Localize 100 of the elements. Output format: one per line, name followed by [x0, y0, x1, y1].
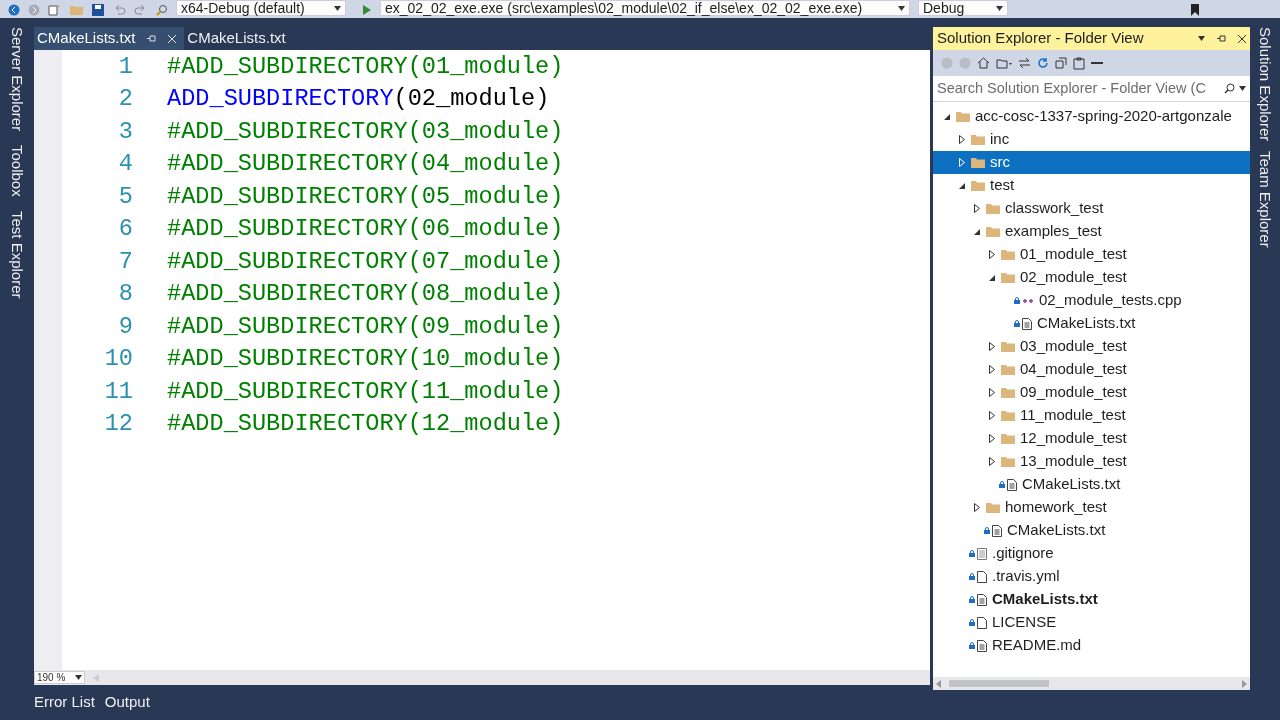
- caret-icon: [996, 5, 1003, 11]
- expand-arrow-icon[interactable]: [974, 503, 980, 512]
- pin-icon[interactable]: [1217, 34, 1226, 43]
- lock-icon: [984, 527, 990, 534]
- tree-item-label: CMakeLists.txt: [1022, 474, 1121, 495]
- side-tab[interactable]: Test Explorer: [5, 210, 29, 299]
- clipboard-icon[interactable]: [1073, 56, 1085, 70]
- tree-item[interactable]: src: [933, 151, 1250, 174]
- tree-item[interactable]: 04_module_test: [933, 358, 1250, 381]
- tree-item-label: 03_module_test: [1020, 336, 1127, 357]
- collapse-arrow-icon[interactable]: [959, 182, 965, 189]
- tree-item-label: homework_test: [1005, 497, 1107, 518]
- tree-item[interactable]: inc: [933, 128, 1250, 151]
- new-project-icon[interactable]: [48, 4, 62, 16]
- tree-item[interactable]: CMakeLists.txt: [933, 312, 1250, 335]
- tree-item-label: .gitignore: [992, 543, 1054, 564]
- lock-icon: [1014, 297, 1020, 304]
- tree-item-label: 11_module_test: [1020, 405, 1126, 426]
- code-line: #ADD_SUBDIRECTORY(12_module): [167, 409, 564, 440]
- tree-item[interactable]: examples_test: [933, 220, 1250, 243]
- tree-item[interactable]: 11_module_test: [933, 404, 1250, 427]
- expand-arrow-icon[interactable]: [989, 434, 995, 443]
- search-field[interactable]: Search Solution Explorer - Folder View (C: [933, 76, 1250, 102]
- minus-icon[interactable]: [1091, 61, 1103, 65]
- code-line: #ADD_SUBDIRECTORY(09_module): [167, 311, 564, 342]
- line-number: 3: [117, 116, 133, 147]
- tree-item[interactable]: CMakeLists.txt: [933, 588, 1250, 611]
- startup-item-dropdown[interactable]: ex_02_02_exe.exe (src\examples\02_module\02_if_else\ex_02_02_exe.exe): [380, 0, 910, 16]
- tree-item[interactable]: classwork_test: [933, 197, 1250, 220]
- bottom-tab[interactable]: Output: [104, 691, 150, 714]
- tree-item-label: classwork_test: [1005, 198, 1104, 219]
- tree-item[interactable]: 13_module_test: [933, 450, 1250, 473]
- lock-icon: [1014, 320, 1020, 327]
- tree-item[interactable]: README.md: [933, 634, 1250, 657]
- code-line: #ADD_SUBDIRECTORY(04_module): [167, 149, 564, 180]
- caret-icon: [898, 5, 905, 11]
- find-icon[interactable]: [156, 4, 168, 16]
- folder-icon: [1001, 387, 1015, 398]
- tree-item-label: 01_module_test: [1020, 244, 1127, 265]
- document-icon: [992, 524, 1002, 537]
- expand-arrow-icon[interactable]: [989, 388, 995, 397]
- collapse-arrow-icon[interactable]: [974, 228, 980, 235]
- tree-item[interactable]: 09_module_test: [933, 381, 1250, 404]
- tree-item[interactable]: 01_module_test: [933, 243, 1250, 266]
- tree-item[interactable]: 02_module_tests.cpp: [933, 289, 1250, 312]
- collapse-all-icon[interactable]: [1055, 57, 1067, 69]
- zoom-dropdown[interactable]: 190 %: [34, 671, 85, 684]
- expand-arrow-icon[interactable]: [959, 135, 965, 144]
- tree-item[interactable]: .gitignore: [933, 542, 1250, 565]
- home-icon[interactable]: [977, 57, 990, 69]
- expand-arrow-icon[interactable]: [989, 250, 995, 259]
- tree-item[interactable]: .travis.yml: [933, 565, 1250, 588]
- tree-item-label: 13_module_test: [1020, 451, 1127, 472]
- expand-arrow-icon[interactable]: [989, 411, 995, 420]
- bottom-tab[interactable]: Error List: [34, 691, 95, 714]
- sync-icon[interactable]: [1018, 57, 1031, 69]
- tree-item[interactable]: LICENSE: [933, 611, 1250, 634]
- collapse-arrow-icon[interactable]: [944, 113, 950, 120]
- line-number: 5: [117, 181, 133, 212]
- folder-icon: [971, 157, 985, 168]
- document-icon: [977, 639, 987, 652]
- tree-item[interactable]: 12_module_test: [933, 427, 1250, 450]
- search-icon[interactable]: [1224, 83, 1235, 94]
- lock-icon: [969, 596, 975, 603]
- folder-icon: [1001, 433, 1015, 444]
- collapse-arrow-icon[interactable]: [989, 274, 995, 281]
- tree-item[interactable]: 02_module_test: [933, 266, 1250, 289]
- expand-arrow-icon[interactable]: [989, 365, 995, 374]
- back-icon[interactable]: [8, 4, 20, 16]
- side-tab[interactable]: Server Explorer: [5, 27, 29, 132]
- editor-tab[interactable]: CMakeLists.txt: [184, 27, 289, 50]
- code-line: #ADD_SUBDIRECTORY(08_module): [167, 279, 564, 310]
- expand-arrow-icon[interactable]: [989, 457, 995, 466]
- play-icon[interactable]: [362, 4, 372, 16]
- tree-item[interactable]: acc-cosc-1337-spring-2020-artgonzale: [933, 105, 1250, 128]
- lock-icon: [969, 550, 975, 557]
- tree-item[interactable]: test: [933, 174, 1250, 197]
- close-icon[interactable]: [1238, 34, 1246, 43]
- side-tab[interactable]: Solution Explorer: [1253, 27, 1277, 142]
- scrollbar-thumb[interactable]: [949, 680, 1049, 687]
- side-tab[interactable]: Toolbox: [5, 145, 29, 197]
- refresh-icon[interactable]: [1037, 57, 1049, 69]
- tree-item[interactable]: 03_module_test: [933, 335, 1250, 358]
- tree-item[interactable]: CMakeLists.txt: [933, 473, 1250, 496]
- lock-icon: [999, 481, 1005, 488]
- caret-icon: [1198, 36, 1205, 41]
- expand-arrow-icon[interactable]: [989, 342, 995, 351]
- tree-item[interactable]: homework_test: [933, 496, 1250, 519]
- side-tab[interactable]: Team Explorer: [1253, 151, 1277, 248]
- save-icon[interactable]: [92, 4, 104, 16]
- bookmark-icon[interactable]: [1190, 4, 1200, 16]
- folder-icon: [986, 203, 1000, 214]
- configuration-dropdown[interactable]: x64-Debug (default): [176, 0, 346, 16]
- expand-arrow-icon[interactable]: [974, 204, 980, 213]
- folder-switch-icon[interactable]: [996, 57, 1012, 69]
- tree-item[interactable]: CMakeLists.txt: [933, 519, 1250, 542]
- tree-item-label: CMakeLists.txt: [1037, 313, 1136, 334]
- code-line: #ADD_SUBDIRECTORY(10_module): [167, 344, 564, 375]
- folder-icon: [1001, 410, 1015, 421]
- build-type-dropdown[interactable]: Debug: [918, 0, 1008, 16]
